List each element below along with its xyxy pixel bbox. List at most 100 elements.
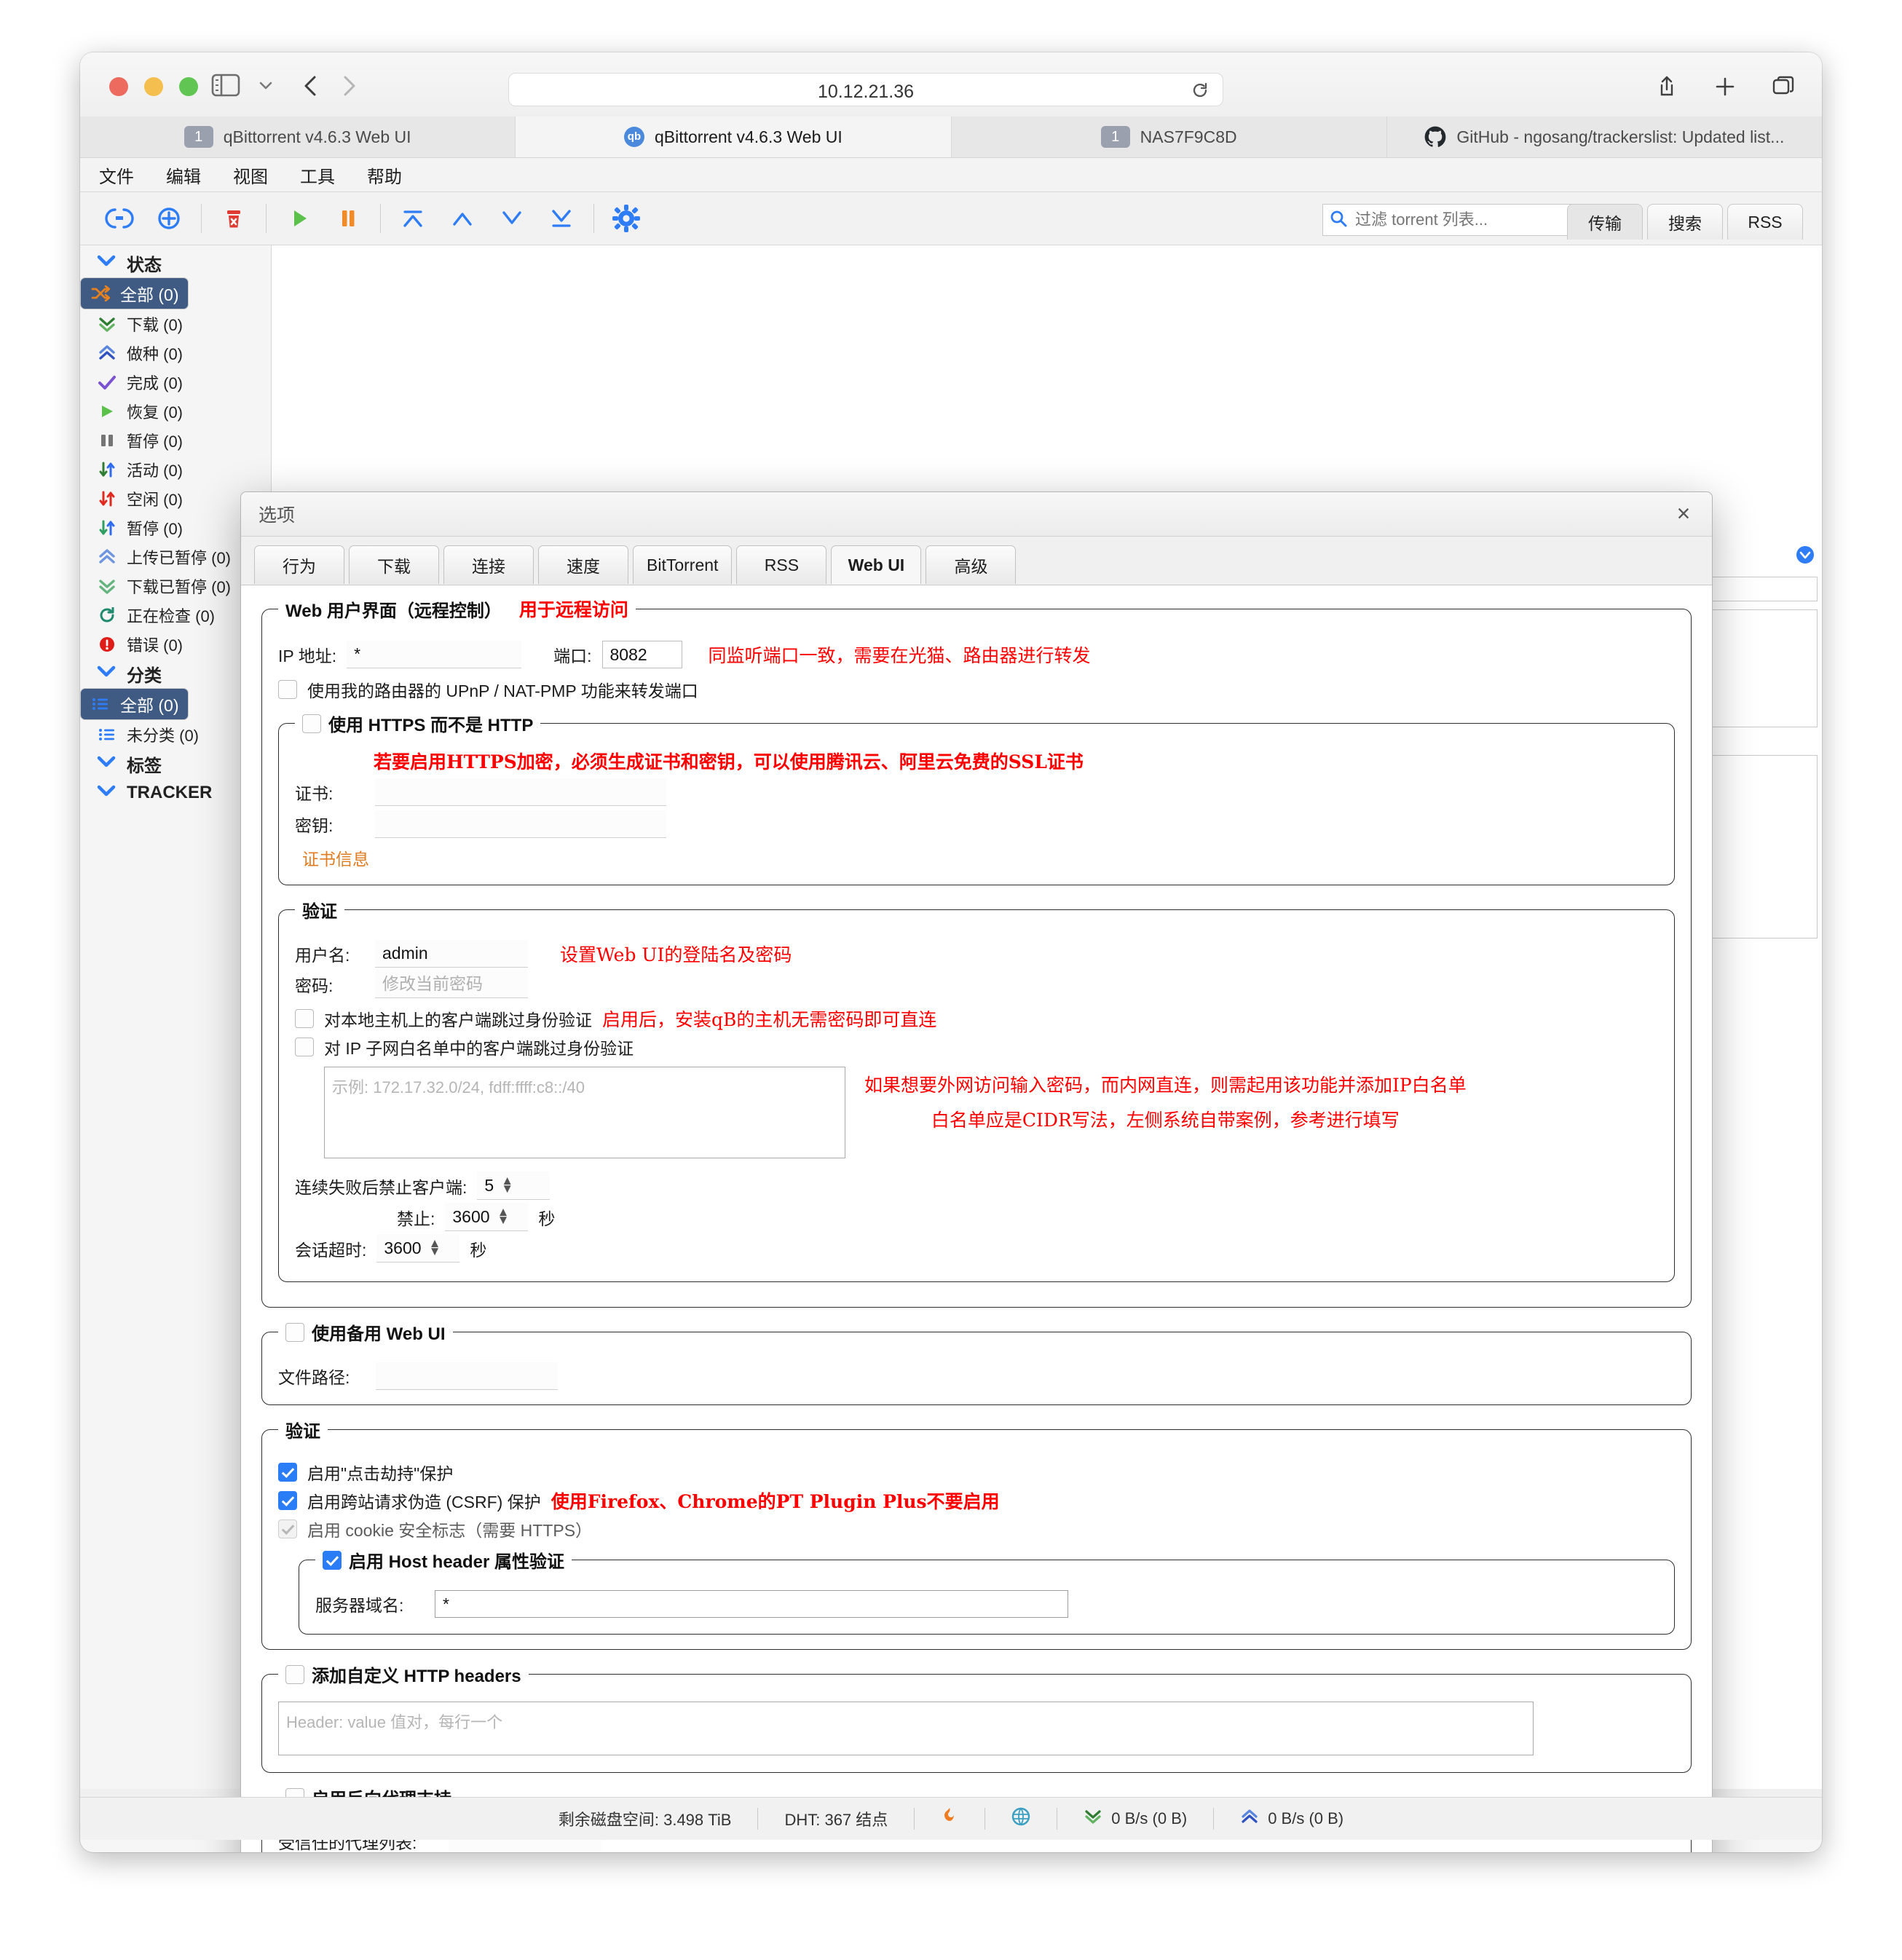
upload-arrow-icon <box>1240 1809 1259 1829</box>
address-bar[interactable]: 10.12.21.36 <box>508 73 1223 106</box>
menu-help[interactable]: 帮助 <box>367 162 402 188</box>
close-window-button[interactable] <box>109 77 128 96</box>
tab-connection[interactable]: 连接 <box>443 545 534 584</box>
menu-edit[interactable]: 编辑 <box>166 162 201 188</box>
menu-view[interactable]: 视图 <box>233 162 268 188</box>
sidebar-group-label: 分类 <box>127 665 162 686</box>
group-webui-remote: Web 用户界面（远程控制） 用于远程访问 IP 地址: 端口: 同监听端口一致… <box>261 596 1692 1308</box>
chevron-down-icon <box>96 783 117 803</box>
ban-attempts-stepper[interactable]: 5 ▲ ▼ <box>477 1171 551 1200</box>
collapse-icon[interactable] <box>1796 545 1815 564</box>
tab-rss[interactable]: RSS <box>736 545 827 584</box>
browser-tab-1[interactable]: qb qBittorrent v4.6.3 Web UI <box>516 116 952 157</box>
subnet-whitelist-textarea[interactable] <box>324 1067 845 1158</box>
custom-headers-checkbox[interactable] <box>285 1664 304 1684</box>
move-down-icon[interactable] <box>487 197 537 240</box>
cookie-secure-checkbox[interactable] <box>278 1520 297 1538</box>
group-legend-text: 使用备用 Web UI <box>312 1324 446 1344</box>
browser-tab-3[interactable]: GitHub - ngosang/trackerslist: Updated l… <box>1386 116 1822 157</box>
files-location-input[interactable] <box>376 1362 558 1390</box>
certificate-input[interactable] <box>375 778 666 806</box>
certificate-info-link[interactable]: 证书信息 <box>302 850 369 869</box>
up-down-arrows-red-icon <box>96 489 118 508</box>
host-header-checkbox[interactable] <box>323 1550 342 1570</box>
reload-icon[interactable] <box>1191 81 1210 100</box>
stepper-arrows-icon[interactable]: ▲ ▼ <box>501 1175 513 1195</box>
move-to-bottom-icon[interactable] <box>537 197 586 240</box>
bypass-localhost-checkbox[interactable] <box>295 1009 314 1028</box>
group-https: 使用 HTTPS 而不是 HTTP 若要启用HTTPS加密，必须生成证书和密钥，… <box>278 711 1675 885</box>
tab-behavior[interactable]: 行为 <box>254 545 344 584</box>
clickjacking-label: 启用"点击劫持"保护 <box>307 1464 454 1483</box>
chevron-down-icon <box>96 663 117 684</box>
sidebar-item-label: 全部 (0) <box>120 285 179 304</box>
new-tab-icon[interactable] <box>1713 74 1737 99</box>
maximize-window-button[interactable] <box>179 77 198 96</box>
pause-icon[interactable] <box>323 197 373 240</box>
menu-tools[interactable]: 工具 <box>300 162 335 188</box>
sidebar-group-status[interactable]: 状态 <box>80 248 271 277</box>
alternative-webui-checkbox[interactable] <box>285 1322 304 1342</box>
cookie-secure-label: 启用 cookie 安全标志（需要 HTTPS） <box>307 1521 593 1540</box>
ban-duration-stepper[interactable]: 3600 ▲ ▼ <box>445 1203 529 1231</box>
stepper-arrows-icon[interactable]: ▲ ▼ <box>429 1238 441 1257</box>
browser-tab-2[interactable]: 1 NAS7F9C8D <box>951 116 1387 157</box>
tab-overview-icon[interactable] <box>1771 74 1796 99</box>
tab-rss[interactable]: RSS <box>1727 204 1803 240</box>
sidebar-item-seeding[interactable]: 做种 (0) <box>80 339 271 368</box>
sidebar-item-all-categories[interactable]: 全部 (0) <box>80 688 189 720</box>
double-chevron-down-icon <box>96 315 118 333</box>
https-checkbox[interactable] <box>302 714 321 733</box>
sidebar-item-completed[interactable]: 完成 (0) <box>80 368 271 397</box>
clickjacking-checkbox[interactable] <box>278 1463 297 1482</box>
sidebar-item-resumed[interactable]: 恢复 (0) <box>80 397 271 426</box>
custom-headers-textarea[interactable] <box>278 1702 1534 1755</box>
server-domains-input[interactable] <box>435 1590 1068 1618</box>
add-torrent-file-icon[interactable] <box>144 197 194 240</box>
csrf-checkbox[interactable] <box>278 1491 297 1510</box>
bypass-subnet-checkbox[interactable] <box>295 1038 314 1056</box>
back-button[interactable] <box>297 71 326 100</box>
port-input[interactable] <box>601 641 682 668</box>
tab-bittorrent[interactable]: BitTorrent <box>633 545 733 584</box>
tab-speed[interactable]: 速度 <box>538 545 628 584</box>
move-up-icon[interactable] <box>438 197 487 240</box>
tab-advanced[interactable]: 高级 <box>926 545 1017 584</box>
view-tabs: 传输 搜索 RSS <box>1567 204 1803 240</box>
settings-gear-icon[interactable] <box>601 197 651 240</box>
close-icon[interactable]: × <box>1671 500 1696 526</box>
stepper-arrows-icon[interactable]: ▲ ▼ <box>497 1206 510 1226</box>
toolbar-separator <box>380 204 381 233</box>
torrent-filter-box[interactable] <box>1322 204 1596 236</box>
torrent-filter-input[interactable] <box>1354 210 1575 230</box>
sidebar-item-all-status[interactable]: 全部 (0) <box>80 277 189 309</box>
forward-button[interactable] <box>334 71 363 100</box>
browser-tab-0[interactable]: 1 qBittorrent v4.6.3 Web UI <box>80 116 516 157</box>
tab-webui[interactable]: Web UI <box>831 545 922 584</box>
sidebar-item-paused[interactable]: 暂停 (0) <box>80 426 271 455</box>
minimize-window-button[interactable] <box>144 77 163 96</box>
password-input[interactable] <box>375 971 528 998</box>
resume-icon[interactable] <box>274 197 323 240</box>
sidebar-item-label: 错误 (0) <box>127 636 184 655</box>
session-timeout-stepper[interactable]: 3600 ▲ ▼ <box>376 1234 460 1262</box>
ip-address-input[interactable] <box>347 641 522 668</box>
move-to-top-icon[interactable] <box>388 197 438 240</box>
upnp-checkbox[interactable] <box>278 680 297 699</box>
sidebar-item-downloading[interactable]: 下载 (0) <box>80 309 271 339</box>
username-input[interactable] <box>375 940 528 968</box>
delete-torrent-icon[interactable] <box>209 197 259 240</box>
chevron-down-icon[interactable] <box>255 74 277 96</box>
menu-file[interactable]: 文件 <box>99 162 134 188</box>
tab-search[interactable]: 搜索 <box>1647 204 1723 240</box>
tab-transfers[interactable]: 传输 <box>1567 204 1643 240</box>
tab-downloads[interactable]: 下载 <box>349 545 439 584</box>
add-torrent-link-icon[interactable] <box>95 197 144 240</box>
share-icon[interactable] <box>1654 74 1679 99</box>
window-controls <box>109 77 198 96</box>
sidebar-item-active[interactable]: 活动 (0) <box>80 455 271 484</box>
app-menubar: 文件 编辑 视图 工具 帮助 <box>80 158 1822 192</box>
sidebar-toggle-icon[interactable] <box>211 73 240 98</box>
clickjacking-row: 启用"点击劫持"保护 <box>278 1460 1675 1485</box>
key-input[interactable] <box>375 810 666 838</box>
